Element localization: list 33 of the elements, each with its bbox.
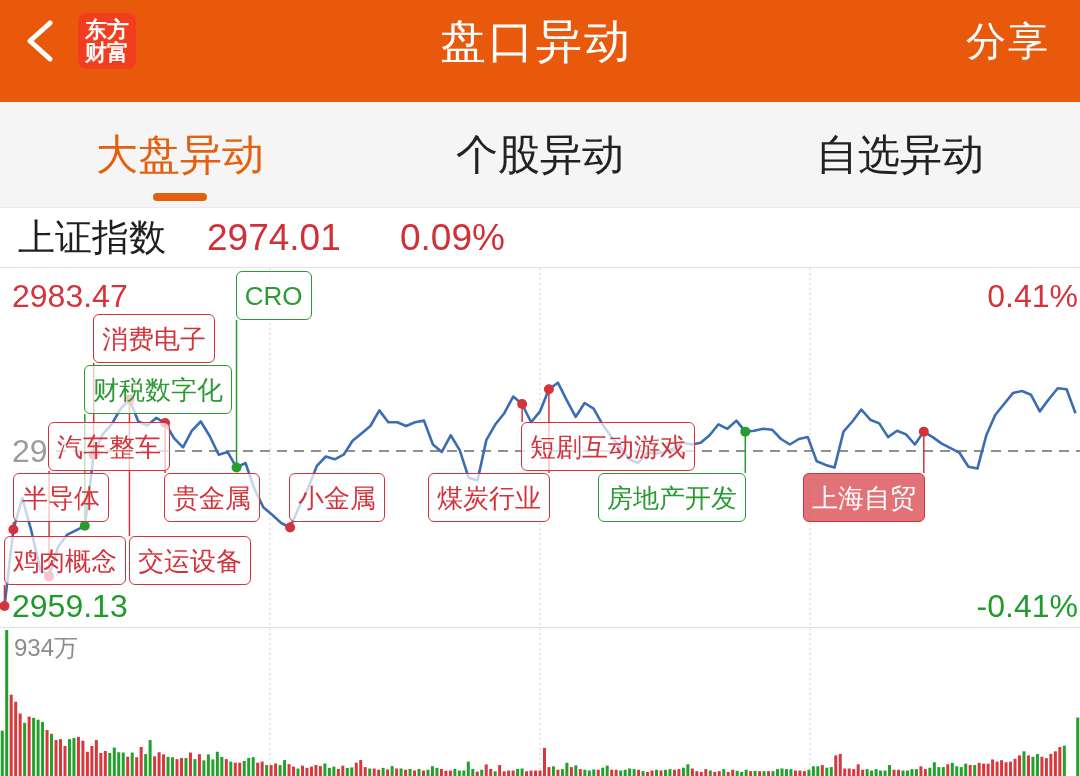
- page-title: 盘口异动: [440, 14, 632, 69]
- event-tag[interactable]: 交运设备: [128, 536, 251, 585]
- share-button[interactable]: 分享: [966, 16, 1050, 66]
- percent-axis-label: -0.41%: [976, 590, 1078, 622]
- event-tag[interactable]: 消费电子: [92, 314, 215, 363]
- app-logo: 东方财富: [78, 13, 136, 69]
- event-tag[interactable]: CRO: [235, 271, 312, 320]
- percent-axis-label: 0.41%: [987, 280, 1078, 312]
- event-tag[interactable]: 半导体: [12, 473, 109, 522]
- leader-line: [0, 584, 10, 611]
- event-tag[interactable]: 财税数字化: [84, 365, 233, 414]
- event-tag[interactable]: 贵金属: [164, 473, 261, 522]
- event-tag[interactable]: 鸡肉概念: [3, 536, 126, 585]
- leader-line: [517, 399, 528, 423]
- index-name: 上证指数: [18, 215, 167, 260]
- index-price: 2974.01: [207, 216, 342, 259]
- price-axis-label: 2983.47: [12, 280, 128, 312]
- event-tag[interactable]: 小金属: [289, 473, 386, 522]
- leader-line: [918, 426, 929, 474]
- event-tag[interactable]: 房地产开发: [598, 473, 747, 522]
- index-change: 0.09%: [400, 216, 506, 259]
- event-tag[interactable]: 短剧互动游戏: [521, 422, 696, 471]
- tab[interactable]: 个股异动: [360, 102, 720, 207]
- event-tag[interactable]: 煤炭行业: [427, 473, 550, 522]
- price-axis-label: 2959.13: [12, 590, 128, 622]
- chevron-left-icon: [27, 20, 53, 62]
- leader-line: [740, 426, 751, 474]
- baseline-price-label: 29: [12, 435, 48, 467]
- event-tag[interactable]: 汽车整车: [48, 422, 171, 471]
- tab[interactable]: 大盘异动: [0, 102, 360, 207]
- tab[interactable]: 自选异动: [720, 102, 1080, 207]
- volume-max-label: 934万: [14, 636, 79, 660]
- event-tag[interactable]: 上海自贸: [802, 473, 925, 522]
